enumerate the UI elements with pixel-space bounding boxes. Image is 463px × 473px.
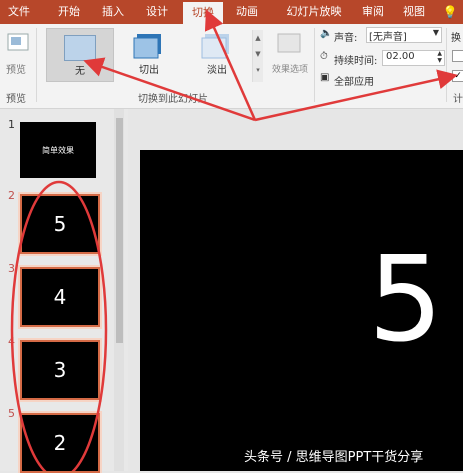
annotation-overlay xyxy=(10,9,458,471)
annotation-arrow-none xyxy=(83,57,256,122)
annotation-ellipse xyxy=(10,180,108,471)
annotation-arrow-checkbox xyxy=(254,69,458,122)
watermark: 头条号 / 思维导图PPT干货分享 xyxy=(244,450,424,465)
annotation-arrow-tab xyxy=(204,9,257,121)
